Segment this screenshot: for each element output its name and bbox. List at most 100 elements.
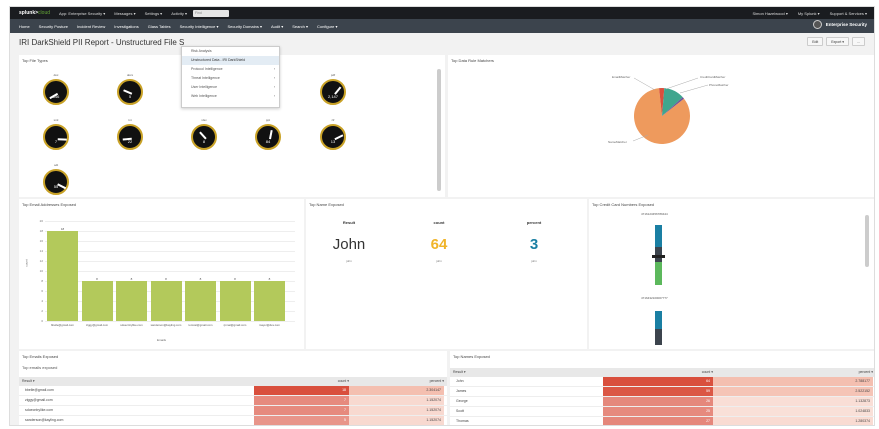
scrollbar[interactable] — [865, 215, 869, 267]
page-actions: Edit Export ▾ ... — [807, 37, 865, 46]
gauge-dial: 346 — [43, 79, 69, 105]
cell-percent: 2.304147 — [349, 386, 444, 395]
bar-6[interactable] — [254, 281, 285, 321]
nav-item-search[interactable]: Search ▾ — [292, 24, 308, 29]
user-menu[interactable]: Simon Hazelwood ▾ — [752, 11, 787, 16]
result-sub: john — [346, 259, 352, 263]
nav-item-security-domains[interactable]: Security Domains ▾ — [228, 24, 262, 29]
dropdown-item-3[interactable]: Threat Intelligence › — [182, 74, 279, 83]
cell-result: bbelle@gmail.com — [25, 388, 54, 392]
cell-result: ziggy@gmail.com — [25, 398, 53, 402]
scrollbar[interactable] — [437, 69, 441, 191]
gauge-label: docx — [126, 73, 134, 77]
more-button[interactable]: ... — [852, 37, 865, 46]
pie-label-name: NameMatcher — [608, 140, 627, 144]
apps-menu[interactable]: App: Enterprise Security ▾ — [59, 11, 105, 16]
bar-5[interactable] — [219, 281, 251, 321]
header-count[interactable]: count ▾ — [603, 368, 713, 377]
activity-menu[interactable]: Activity ▾ — [171, 11, 187, 16]
dropdown-item-1[interactable]: Unstructured Data - IRI DarkShield — [182, 56, 279, 65]
gridline — [45, 261, 295, 262]
gauge-label: xml — [53, 118, 59, 122]
nav-item-security-posture[interactable]: Security Posture — [39, 24, 68, 29]
cell-count: 27 — [603, 417, 713, 425]
cell-percent: 1.132873 — [713, 397, 873, 406]
dropdown-item-2[interactable]: Protocol Intelligence › — [182, 65, 279, 74]
nav-item-home[interactable]: Home — [19, 24, 30, 29]
table-row[interactable]: sanderson@kayling.com 5 1.152074 — [19, 416, 447, 425]
gauge-dial: 5 — [117, 79, 143, 105]
panel-title: Top Emails Exposed — [22, 354, 59, 359]
cell-count: 5 — [254, 416, 349, 425]
bar-3[interactable] — [150, 281, 182, 321]
y-tick-label: 16 — [39, 239, 43, 243]
header-count[interactable]: count ▾ — [254, 377, 349, 386]
header-percent[interactable]: percent ▾ — [713, 368, 873, 377]
col-header-result: Result — [342, 220, 356, 225]
gridline — [45, 271, 295, 272]
table-row[interactable]: James 59 2.522152 — [450, 387, 874, 397]
bar-value-label: 8 — [96, 277, 98, 281]
table-header: Result ▾ count ▾ percent ▾ — [450, 368, 874, 377]
table-row[interactable]: John 64 2.788177 — [450, 377, 874, 387]
gauge-9: odt 55 — [40, 163, 72, 203]
bar-category-label: sanderson@kayling.com — [150, 323, 182, 327]
nav-item-audit[interactable]: Audit ▾ — [271, 24, 283, 29]
my-splunk-menu[interactable]: My Splunk ▾ — [798, 11, 820, 16]
panel-title: Top Names Exposed — [453, 354, 490, 359]
header-result[interactable]: Result ▾ — [22, 377, 252, 386]
table-row[interactable]: Thomas 27 1.280374 — [450, 417, 874, 425]
messages-menu[interactable]: Messages ▾ — [114, 11, 135, 16]
leader-line — [633, 77, 656, 91]
support-menu[interactable]: Support & Services ▾ — [830, 11, 867, 16]
card-1-bar-blue — [655, 225, 662, 247]
splunk-logo[interactable]: splunk>cloud — [19, 10, 50, 16]
table-row[interactable]: ziggy@gmail.com 7 1.152074 — [19, 396, 447, 406]
dropdown-item-0[interactable]: Risk Analysis — [182, 47, 279, 56]
bar-category-label: ziggy@gmail.com — [85, 323, 109, 327]
card-1-bar-green — [655, 262, 662, 285]
gauge-label: pdf — [330, 73, 336, 77]
gauge-5: txt 22 — [114, 118, 146, 158]
bar-4[interactable] — [185, 281, 216, 321]
bar-value-label: 18 — [60, 227, 65, 231]
nav-item-incident-review[interactable]: Incident Review — [77, 24, 105, 29]
table-row[interactable]: George 26 1.132873 — [450, 397, 874, 407]
bar-value-label: 8 — [165, 277, 167, 281]
nav-item-configure[interactable]: Configure ▾ — [317, 24, 337, 29]
find-input[interactable]: Find — [192, 9, 229, 17]
card-number-1: 4716123456789444 — [641, 212, 668, 216]
table-row[interactable]: sdoecntrylike.com 7 1.152074 — [19, 406, 447, 416]
gauge-3: pdf 2,147 — [317, 73, 349, 113]
cell-percent: 1.152074 — [349, 416, 444, 425]
bar-0[interactable] — [47, 231, 78, 321]
y-tick-label: 10 — [39, 269, 43, 273]
table-row[interactable]: Scott 25 1.024833 — [450, 407, 874, 417]
header-result[interactable]: Result ▾ — [453, 368, 603, 377]
bar-category-label: rpmat@gmail.com — [223, 323, 247, 327]
dropdown-item-5[interactable]: Web Intelligence › — [182, 92, 279, 101]
bar-2[interactable] — [116, 281, 147, 321]
edit-button[interactable]: Edit — [807, 37, 824, 46]
bar-1[interactable] — [81, 281, 113, 321]
nav-item-security-intelligence[interactable]: Security Intelligence ▾ — [180, 24, 219, 29]
percent-sub: john — [531, 259, 537, 263]
leader-line — [665, 77, 699, 90]
export-button[interactable]: Export ▾ — [826, 37, 850, 46]
cell-percent: 2.522152 — [713, 387, 873, 396]
dropdown-item-4[interactable]: User Intelligence › — [182, 83, 279, 92]
gauge-value: 7 — [54, 139, 58, 144]
nav-item-glass-tables[interactable]: Glass Tables — [148, 24, 171, 29]
y-tick-label: 4 — [41, 299, 43, 303]
bar-category-label: bbelle@gmail.com — [50, 323, 75, 327]
header-percent[interactable]: percent ▾ — [349, 377, 444, 386]
settings-menu[interactable]: Settings ▾ — [145, 11, 163, 16]
gauge-0: doc 346 — [40, 73, 72, 113]
card-1-marker — [652, 255, 665, 258]
page-title: IRI DarkShield PII Report - Unstructured… — [19, 38, 185, 47]
cell-count: 18 — [254, 386, 349, 395]
bar-value-label: 8 — [268, 277, 271, 281]
table-row[interactable]: bbelle@gmail.com 18 2.304147 — [19, 386, 447, 396]
result-value: John — [332, 236, 366, 253]
nav-item-investigations[interactable]: Investigations — [114, 24, 138, 29]
